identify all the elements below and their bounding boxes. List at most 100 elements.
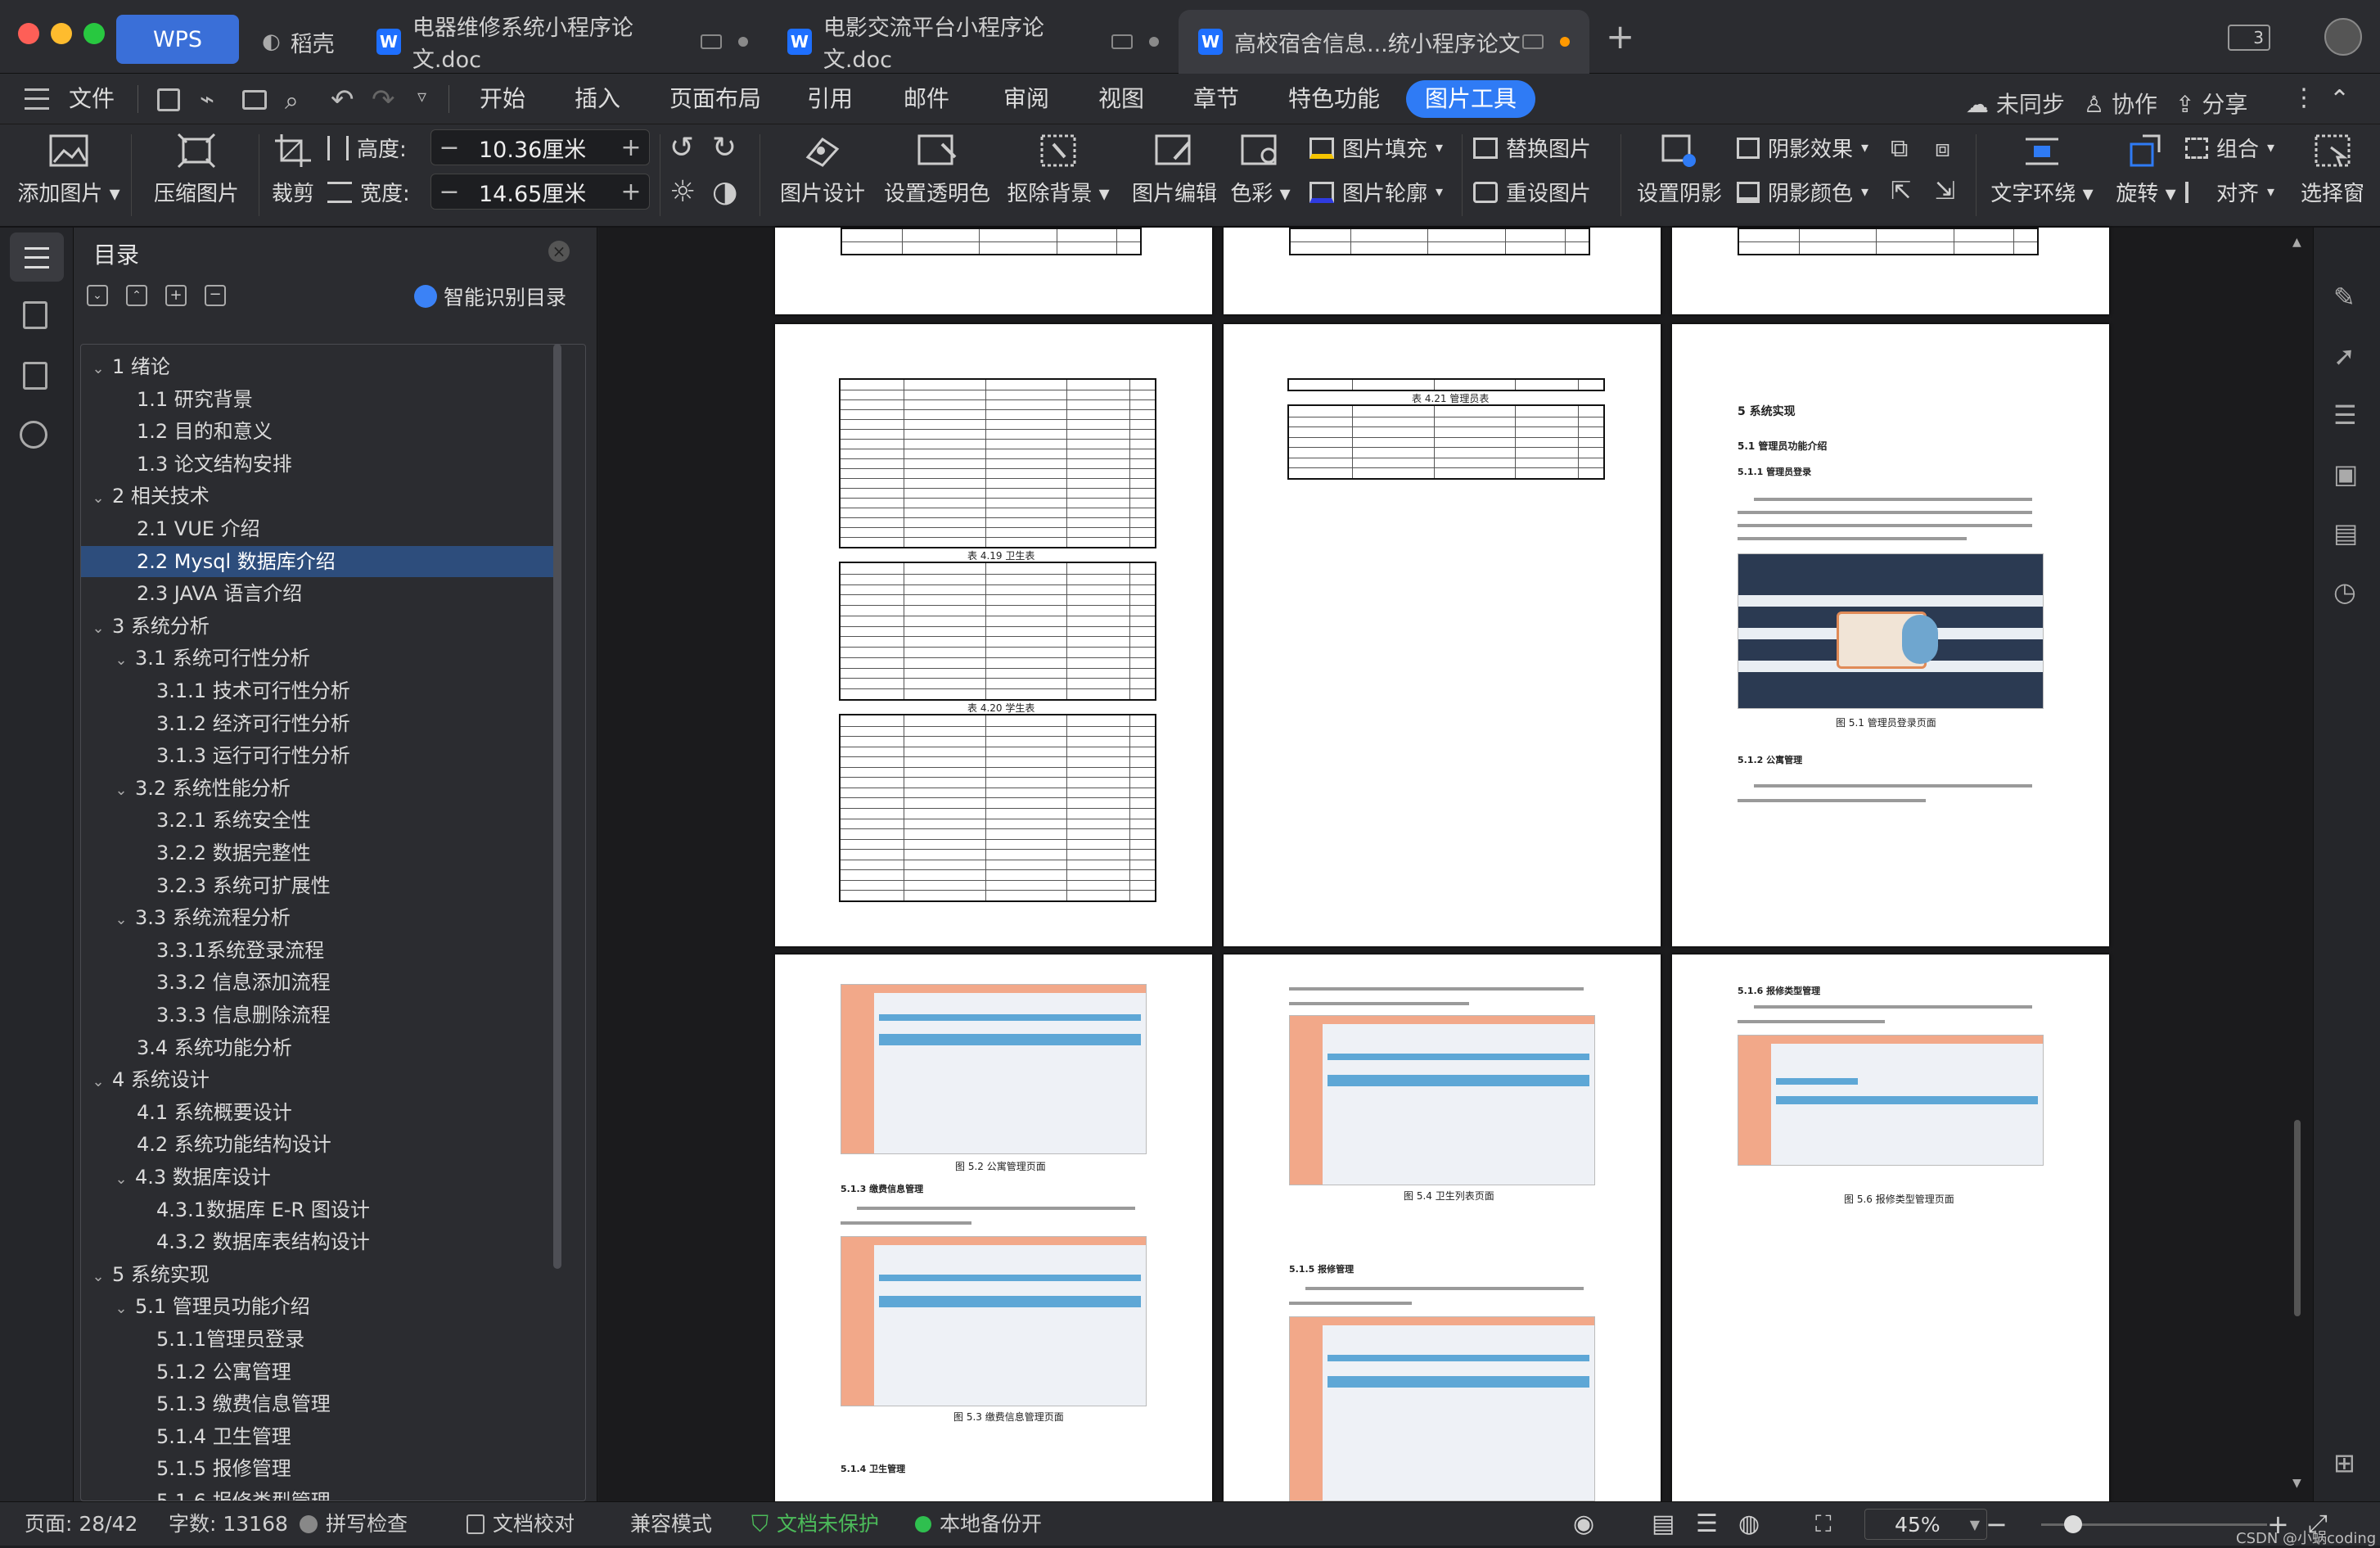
scroll-down-icon[interactable]: ▼: [2292, 1477, 2301, 1490]
width-value[interactable]: 14.65厘米: [467, 176, 613, 208]
chevron-down-icon[interactable]: ⌄: [112, 1164, 130, 1195]
selection-pane-button[interactable]: 选择窗: [2292, 124, 2373, 228]
document-canvas[interactable]: 表 4.19 卫生表 表 4.20 学生表 表 4.21 管理员表 5 系统实现…: [598, 228, 2313, 1501]
web-view-icon[interactable]: ◍: [1738, 1502, 1760, 1546]
height-increase-button[interactable]: +: [613, 133, 649, 162]
toc-item[interactable]: ⌄ 3.1 系统可行性分析: [81, 643, 556, 674]
tab-doc-3-active[interactable]: W 高校宿舍信息...统小程序论文: [1179, 10, 1589, 74]
rotate-right-icon[interactable]: ↻: [712, 131, 737, 165]
document-protection-button[interactable]: ⛉ 文档未保护: [751, 1502, 879, 1546]
picture-design-button[interactable]: 图片设计: [778, 124, 868, 228]
toc-item[interactable]: ⌄ 3.2 系统性能分析: [81, 773, 556, 804]
document-icon[interactable]: [23, 301, 47, 329]
color-button[interactable]: 色彩 ▾: [1229, 124, 1291, 228]
menu-picture-tools-active[interactable]: 图片工具: [1406, 80, 1535, 118]
close-window-button[interactable]: [18, 23, 39, 44]
align-button[interactable]: 对齐 ▾: [2185, 177, 2274, 207]
format-painter-icon[interactable]: ⌁: [200, 85, 214, 114]
toc-item[interactable]: 1.3 论文结构安排: [81, 449, 556, 480]
collaborate-button[interactable]: ♙ 协作: [2084, 87, 2157, 120]
bring-forward-icon[interactable]: ⧉: [1891, 134, 1908, 163]
page-indicator[interactable]: 页面: 28/42: [25, 1502, 137, 1546]
remove-heading-icon[interactable]: −: [205, 285, 226, 306]
expand-all-icon[interactable]: ⌄: [87, 285, 108, 306]
sync-status[interactable]: ☁ 未同步: [1966, 87, 2065, 120]
toc-item[interactable]: 4.1 系统概要设计: [81, 1097, 556, 1128]
menu-references[interactable]: 引用: [807, 74, 853, 124]
zoom-out-icon[interactable]: −: [1986, 1502, 2008, 1546]
toc-panel-button[interactable]: [10, 232, 64, 282]
print-icon[interactable]: [242, 90, 267, 110]
chevron-down-icon[interactable]: ⌄: [89, 1067, 107, 1098]
picture-outline-button[interactable]: 图片轮廓 ▾: [1309, 177, 1443, 207]
user-avatar[interactable]: [2324, 18, 2362, 56]
hamburger-menu-icon[interactable]: [25, 88, 49, 110]
contrast-icon[interactable]: ◑: [712, 175, 737, 209]
set-transparent-button[interactable]: 设置透明色: [884, 124, 990, 228]
toc-item[interactable]: 3.1.1 技术可行性分析: [81, 675, 556, 706]
collapse-ribbon-icon[interactable]: ⌃: [2329, 85, 2350, 114]
zoom-slider-handle[interactable]: [2064, 1515, 2082, 1533]
bring-to-front-icon[interactable]: ⇱: [1891, 177, 1911, 205]
reset-picture-button[interactable]: 重设图片: [1473, 177, 1591, 207]
window-switcher-button[interactable]: 3: [2228, 25, 2270, 51]
crop-button[interactable]: 裁剪: [264, 124, 322, 228]
quick-access-dropdown-icon[interactable]: ▿: [417, 87, 426, 107]
toc-item[interactable]: 4.2 系统功能结构设计: [81, 1129, 556, 1160]
add-heading-icon[interactable]: +: [165, 285, 187, 306]
picture-fill-button[interactable]: 图片填充 ▾: [1309, 133, 1443, 163]
canvas-scroll-thumb[interactable]: [2294, 1120, 2301, 1316]
local-backup-button[interactable]: 本地备份开: [915, 1502, 1042, 1546]
tab-doc-1[interactable]: W 电器维修系统小程序论文.doc: [357, 10, 768, 74]
more-options-icon[interactable]: ⋮: [2292, 83, 2316, 112]
send-backward-icon[interactable]: ⧈: [1935, 134, 1950, 163]
toc-item[interactable]: 5.1.3 缴费信息管理: [81, 1388, 556, 1419]
pen-icon[interactable]: ✎: [2333, 282, 2355, 313]
rotate-left-icon[interactable]: ↺: [669, 131, 694, 165]
chevron-down-icon[interactable]: ⌄: [112, 645, 130, 676]
toc-item[interactable]: 3.3.1系统登录流程: [81, 935, 556, 966]
toc-item[interactable]: 3.3.2 信息添加流程: [81, 967, 556, 998]
proofread-button[interactable]: 文档校对: [467, 1502, 575, 1546]
brightness-icon[interactable]: ☼: [669, 175, 696, 209]
remove-background-button[interactable]: 抠除背景 ▾: [1005, 124, 1111, 228]
toc-item[interactable]: ⌄ 2 相关技术: [81, 481, 556, 512]
share-button[interactable]: ⇪ 分享: [2175, 87, 2247, 120]
toc-item[interactable]: 5.1.2 公寓管理: [81, 1356, 556, 1388]
scroll-up-icon[interactable]: ▲: [2292, 236, 2301, 249]
image-edit-icon[interactable]: ▣: [2333, 458, 2358, 490]
close-icon[interactable]: ×: [548, 241, 570, 262]
toc-item[interactable]: 5.1.1管理员登录: [81, 1324, 556, 1355]
picture-edit-button[interactable]: 图片编辑: [1129, 124, 1219, 228]
chevron-down-icon[interactable]: ⌄: [89, 483, 107, 514]
toc-item[interactable]: ⌄ 5 系统实现: [81, 1259, 556, 1290]
toc-item[interactable]: ⌄ 4.3 数据库设计: [81, 1162, 556, 1193]
toc-item[interactable]: 3.2.1 系统安全性: [81, 805, 556, 836]
chevron-down-icon[interactable]: ⌄: [89, 354, 107, 385]
menu-home[interactable]: 开始: [480, 74, 525, 124]
toc-item[interactable]: ⌄ 3.3 系统流程分析: [81, 902, 556, 933]
toc-item[interactable]: 2.3 JAVA 语言介绍: [81, 578, 556, 609]
toc-item[interactable]: 3.1.3 运行可行性分析: [81, 740, 556, 771]
menu-insert[interactable]: 插入: [575, 74, 620, 124]
tab-doc-2[interactable]: W 电影交流平台小程序论文.doc: [768, 10, 1179, 74]
menu-chapter[interactable]: 章节: [1193, 74, 1239, 124]
tab-wps-home[interactable]: WPS: [116, 15, 239, 64]
toc-item[interactable]: 1.2 目的和意义: [81, 416, 556, 447]
search-icon[interactable]: [20, 421, 47, 449]
rotate-button[interactable]: 旋转 ▾: [2105, 124, 2187, 228]
toc-item[interactable]: 3.3.3 信息删除流程: [81, 1000, 556, 1031]
width-decrease-button[interactable]: −: [431, 178, 467, 206]
height-value[interactable]: 10.36厘米: [467, 132, 613, 164]
canvas-scrollbar[interactable]: ▲ ▼: [2291, 228, 2306, 1501]
height-input[interactable]: − 10.36厘米 +: [430, 129, 650, 165]
history-icon[interactable]: ◷: [2333, 576, 2356, 607]
smart-toc-button[interactable]: 智能识别目录: [414, 282, 566, 311]
shadow-color-button[interactable]: 阴影颜色 ▾: [1737, 177, 1868, 207]
toc-item[interactable]: ⌄ 3 系统分析: [81, 611, 556, 642]
menu-mailings[interactable]: 邮件: [904, 74, 949, 124]
width-input[interactable]: − 14.65厘米 +: [430, 174, 650, 210]
tab-daoke[interactable]: ◐ 稻壳: [242, 10, 357, 74]
chevron-down-icon[interactable]: ⌄: [112, 1293, 130, 1325]
spell-check-button[interactable]: 拼写检查: [300, 1502, 408, 1546]
